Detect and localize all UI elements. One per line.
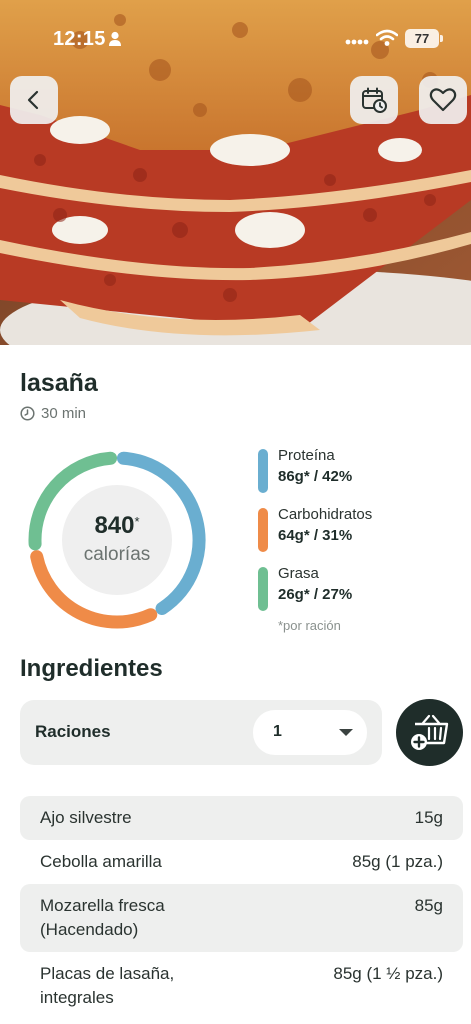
servings-panel: Raciones 1 xyxy=(20,700,382,765)
donut-center xyxy=(62,485,172,595)
calories-donut-chart xyxy=(28,451,206,629)
ingredient-name-line1: Placas de lasaña, xyxy=(40,964,175,983)
status-time: 12:15 xyxy=(53,28,106,50)
prep-time: 30 min xyxy=(20,405,86,422)
ingredient-quantity: 85g xyxy=(414,896,443,915)
ingredient-name: Ajo silvestre xyxy=(40,808,132,827)
basket-add-icon xyxy=(410,714,448,750)
ingredient-row: Cebolla amarilla 85g (1 pza.) xyxy=(20,840,463,884)
ingredient-name-line1: Mozarella fresca xyxy=(40,896,165,915)
ingredient-row: Mozarella fresca (Hacendado) 85g xyxy=(20,884,463,952)
ingredient-quantity: 85g (1 ½ pza.) xyxy=(333,964,443,983)
calories-value: 840* xyxy=(20,512,214,540)
person-icon xyxy=(109,31,121,46)
favorite-button[interactable] xyxy=(419,76,467,124)
macro-carbs-value: 64g* / 31% xyxy=(278,527,353,544)
clock-icon xyxy=(20,406,35,421)
macro-fat-color xyxy=(258,567,268,611)
back-arrow-icon xyxy=(27,90,39,110)
ingredient-name-line2: (Hacendado) xyxy=(40,920,139,939)
macro-carbs-name: Carbohidratos xyxy=(278,506,373,523)
calories-label: calorías xyxy=(83,544,151,565)
ingredient-name: Placas de lasaña, integrales xyxy=(40,962,174,1010)
calendar-clock-icon xyxy=(362,87,387,113)
back-button[interactable] xyxy=(10,76,58,124)
chevron-down-icon xyxy=(339,729,353,736)
signal-icon xyxy=(345,39,369,45)
macro-fat-name: Grasa xyxy=(278,565,319,582)
recipe-title: lasaña xyxy=(20,369,98,397)
servings-select[interactable]: 1 xyxy=(253,710,367,755)
ingredient-name: Mozarella fresca (Hacendado) xyxy=(40,894,165,942)
calories-number: 840 xyxy=(94,512,135,539)
macro-carbs-color xyxy=(258,508,268,552)
servings-label: Raciones xyxy=(35,722,111,741)
ingredients-title: Ingredientes xyxy=(20,655,163,682)
add-to-basket-button[interactable] xyxy=(396,699,463,766)
ingredient-name: Cebolla amarilla xyxy=(40,852,162,871)
servings-value: 1 xyxy=(273,723,282,740)
macro-protein-value: 86g* / 42% xyxy=(278,468,353,485)
status-bar: 12:15 77 xyxy=(0,0,471,80)
wifi-icon xyxy=(376,29,398,46)
macro-protein-color xyxy=(258,449,268,493)
ingredient-quantity: 85g (1 pza.) xyxy=(352,852,443,871)
battery-indicator: 77 xyxy=(405,29,443,48)
ingredient-row: Ajo silvestre 15g xyxy=(20,796,463,840)
macro-protein-name: Proteína xyxy=(278,447,335,464)
per-serving-note: *por ración xyxy=(278,618,341,633)
calories-asterisk: * xyxy=(134,514,140,529)
prep-time-label: 30 min xyxy=(41,405,87,422)
ingredient-row: Placas de lasaña, integrales 85g (1 ½ pz… xyxy=(20,952,463,1020)
ingredient-quantity: 15g xyxy=(414,808,443,827)
heart-icon xyxy=(429,88,457,112)
add-to-plan-button[interactable] xyxy=(350,76,398,124)
macro-fat-value: 26g* / 27% xyxy=(278,586,353,603)
ingredient-name-line2: integrales xyxy=(40,988,114,1007)
